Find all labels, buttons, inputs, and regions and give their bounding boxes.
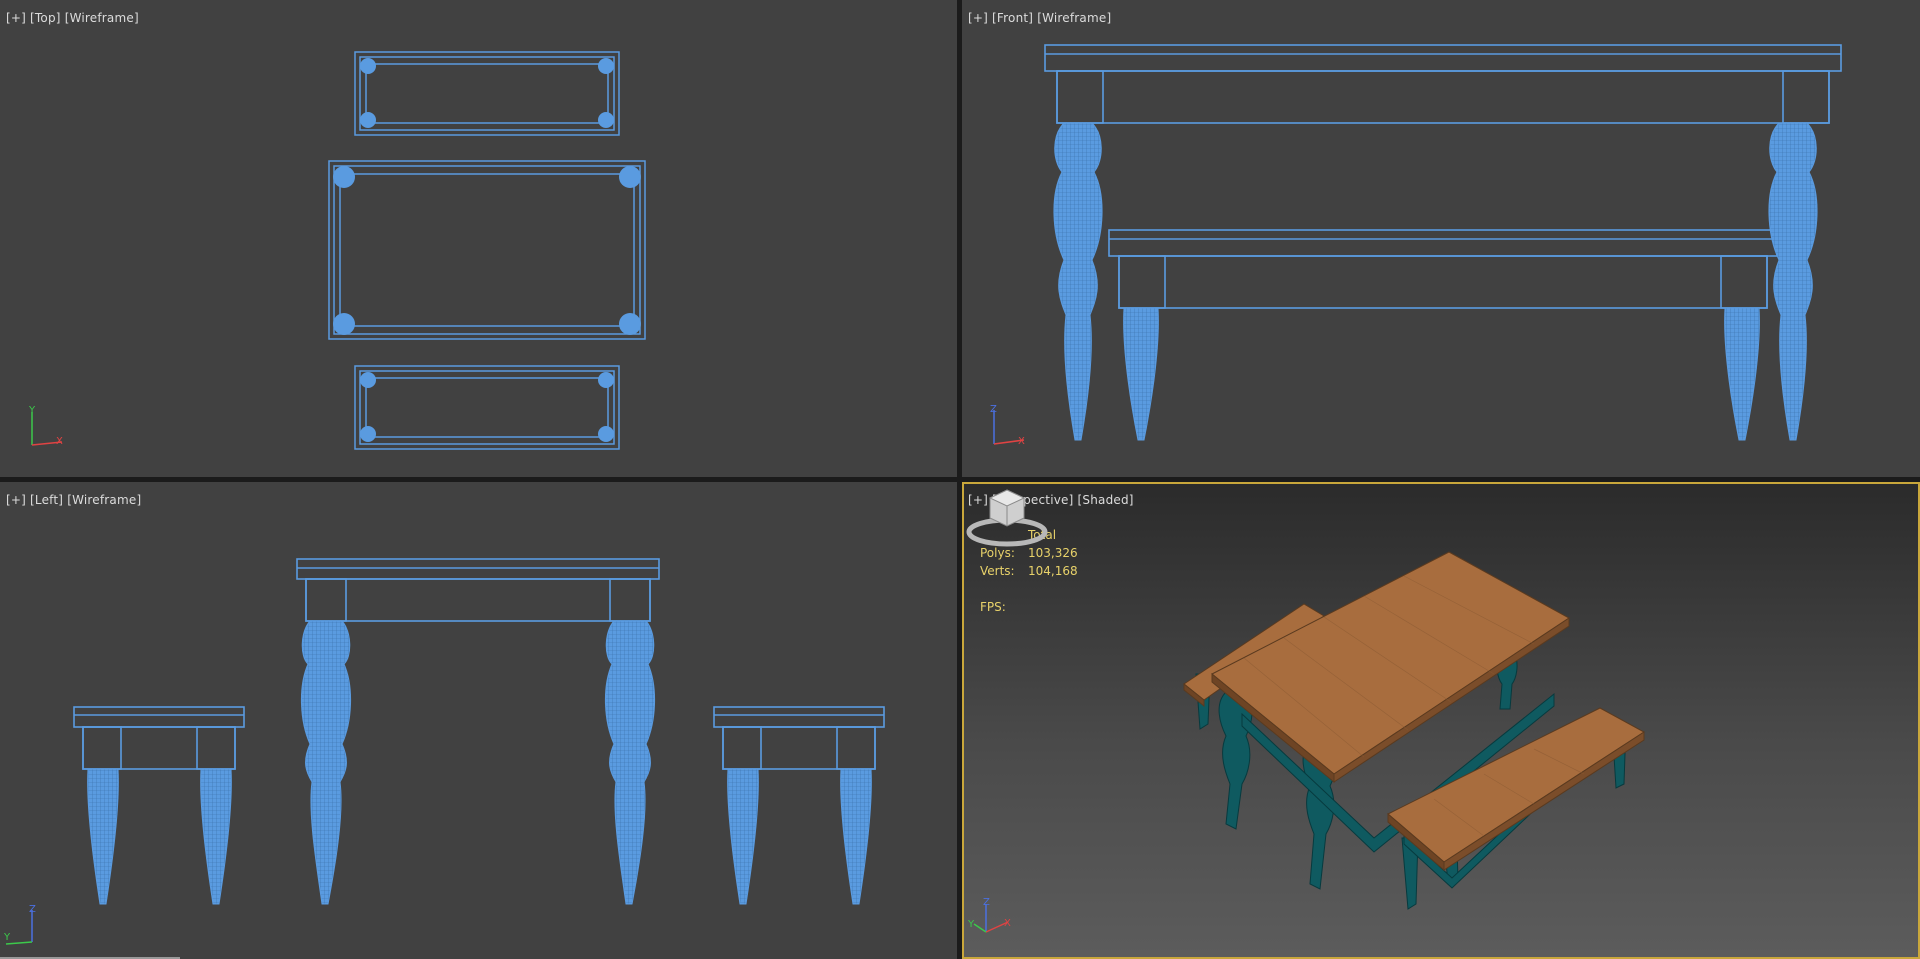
viewport-perspective[interactable]: [+] [Perspective] [Shaded] Total Polys: 1…	[962, 482, 1920, 959]
axis-tripod-icon: Y X	[28, 405, 63, 447]
left-wireframe: Z Y	[3, 558, 885, 945]
bench-top	[1108, 229, 1778, 257]
svg-text:X: X	[1004, 918, 1011, 929]
axis-tripod-icon: Z Y	[3, 904, 36, 945]
bench-right-top	[713, 706, 885, 728]
svg-text:Z: Z	[990, 404, 997, 415]
axis-tripod-icon: Z X	[990, 404, 1025, 447]
svg-text:Z: Z	[29, 904, 36, 915]
svg-text:Z: Z	[983, 897, 990, 908]
axis-tripod-icon: Z X Y	[967, 897, 1011, 933]
svg-text:X: X	[1018, 436, 1025, 447]
svg-text:Y: Y	[28, 405, 36, 416]
bench-left-top	[73, 706, 245, 728]
viewport-left[interactable]: [+] [Left] [Wireframe] Z Y	[0, 482, 957, 959]
svg-text:Y: Y	[3, 932, 11, 943]
svg-text:Y: Y	[967, 919, 975, 930]
front-wireframe: Z X	[990, 44, 1842, 447]
viewport-top[interactable]: [+] [Top] [Wireframe] Y X	[0, 0, 957, 477]
table-top-outline	[328, 160, 646, 340]
perspective-scene: Z X Y	[967, 551, 1645, 933]
table-tabletop	[1044, 44, 1842, 72]
viewport-front[interactable]: [+] [Front] [Wireframe] Z X	[962, 0, 1920, 477]
table-tabletop	[296, 558, 660, 580]
top-wireframe: Y X	[28, 51, 646, 450]
svg-text:X: X	[56, 436, 63, 447]
